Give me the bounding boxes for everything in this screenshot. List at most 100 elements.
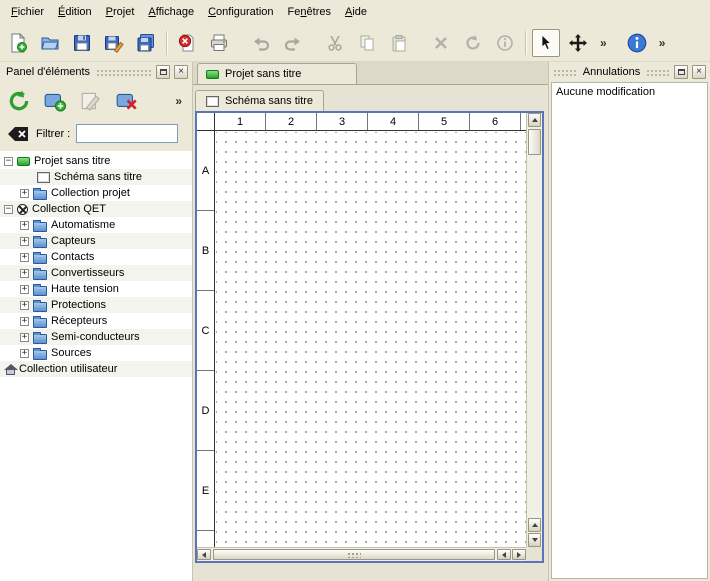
menu-aide[interactable]: Aide bbox=[338, 2, 374, 22]
expand-expander-icon[interactable]: + bbox=[20, 237, 29, 246]
menu-projet[interactable]: Projet bbox=[99, 2, 142, 22]
print-button[interactable] bbox=[205, 29, 233, 57]
ruler-column-label: 5 bbox=[419, 113, 470, 130]
scroll-left-button[interactable] bbox=[197, 549, 211, 560]
tree-item-label: Contacts bbox=[51, 251, 94, 263]
rotate-button[interactable] bbox=[459, 29, 487, 57]
tree-item-sources[interactable]: + Sources bbox=[0, 345, 192, 361]
tree-item-collection-utilisateur[interactable]: Collection utilisateur bbox=[0, 361, 192, 377]
tree-item-project[interactable]: − Projet sans titre bbox=[0, 153, 192, 169]
tree-item-convertisseurs[interactable]: + Convertisseurs bbox=[0, 265, 192, 281]
delete-element-icon bbox=[115, 89, 139, 113]
menu-affichage[interactable]: Affichage bbox=[141, 2, 201, 22]
float-panel-button[interactable] bbox=[674, 65, 688, 79]
properties-button[interactable] bbox=[491, 29, 519, 57]
reload-collections-button[interactable] bbox=[4, 86, 34, 116]
schema-canvas[interactable] bbox=[216, 132, 526, 547]
close-panel-button[interactable]: × bbox=[174, 65, 188, 79]
tree-item-semi-conducteurs[interactable]: + Semi-conducteurs bbox=[0, 329, 192, 345]
cut-button[interactable] bbox=[321, 29, 349, 57]
toolbar-extension-button[interactable]: » bbox=[655, 34, 670, 52]
expand-expander-icon[interactable]: + bbox=[20, 221, 29, 230]
tree-item-automatisme[interactable]: + Automatisme bbox=[0, 217, 192, 233]
pan-mode-button[interactable] bbox=[564, 29, 592, 57]
horizontal-scroll-thumb[interactable] bbox=[213, 549, 495, 560]
toolbar-extension-button[interactable]: » bbox=[596, 34, 611, 52]
scroll-left-button[interactable] bbox=[497, 549, 511, 560]
filter-input[interactable] bbox=[76, 124, 178, 143]
schema-tab[interactable]: Schéma sans titre bbox=[195, 90, 324, 111]
dock-drag-handle[interactable] bbox=[646, 68, 670, 77]
ruler-row-label: E bbox=[197, 451, 214, 531]
tree-item-collection-qet[interactable]: − Collection QET bbox=[0, 201, 192, 217]
expand-expander-icon[interactable]: + bbox=[20, 269, 29, 278]
menu-fichier[interactable]: Fichier bbox=[4, 2, 51, 22]
vertical-scroll-thumb[interactable] bbox=[528, 129, 541, 155]
open-project-button[interactable] bbox=[36, 29, 64, 57]
arrow-down-icon bbox=[532, 538, 538, 542]
menu-configuration[interactable]: Configuration bbox=[201, 2, 280, 22]
menu-edition[interactable]: Édition bbox=[51, 2, 99, 22]
folder-icon bbox=[33, 350, 47, 360]
new-project-button[interactable] bbox=[4, 29, 32, 57]
scroll-up-button[interactable] bbox=[528, 113, 541, 127]
expand-expander-icon[interactable]: + bbox=[20, 333, 29, 342]
close-project-button[interactable] bbox=[173, 29, 201, 57]
about-button[interactable] bbox=[623, 29, 651, 57]
expand-expander-icon[interactable]: + bbox=[20, 189, 29, 198]
tree-item-recepteurs[interactable]: + Récepteurs bbox=[0, 313, 192, 329]
panel-extension-button[interactable]: » bbox=[171, 92, 186, 110]
expand-expander-icon[interactable]: + bbox=[20, 253, 29, 262]
folder-icon bbox=[33, 334, 47, 344]
scroll-right-button[interactable] bbox=[512, 549, 526, 560]
dock-drag-handle[interactable] bbox=[96, 68, 152, 77]
scroll-down-button[interactable] bbox=[528, 533, 541, 547]
clear-filter-button[interactable] bbox=[6, 125, 30, 143]
tree-item-protections[interactable]: + Protections bbox=[0, 297, 192, 313]
tree-item-collection-projet[interactable]: + Collection projet bbox=[0, 185, 192, 201]
save-as-button[interactable] bbox=[100, 29, 128, 57]
schema-tab-label: Schéma sans titre bbox=[225, 95, 313, 107]
expand-expander-icon[interactable]: + bbox=[20, 317, 29, 326]
tree-item-contacts[interactable]: + Contacts bbox=[0, 249, 192, 265]
paste-button[interactable] bbox=[385, 29, 413, 57]
tree-item-label: Sources bbox=[51, 347, 91, 359]
copy-button[interactable] bbox=[353, 29, 381, 57]
collapse-expander-icon[interactable]: − bbox=[4, 157, 13, 166]
filter-label: Filtrer : bbox=[36, 128, 70, 140]
ruler-column-label: 3 bbox=[317, 113, 368, 130]
schema-icon bbox=[206, 96, 219, 107]
new-element-button[interactable] bbox=[40, 86, 70, 116]
tree-item-capteurs[interactable]: + Capteurs bbox=[0, 233, 192, 249]
collapse-expander-icon[interactable]: − bbox=[4, 205, 13, 214]
expand-expander-icon[interactable]: + bbox=[20, 285, 29, 294]
close-panel-button[interactable]: × bbox=[692, 65, 706, 79]
menu-fenetres[interactable]: Fenêtres bbox=[281, 2, 338, 22]
folder-icon bbox=[33, 222, 47, 232]
select-mode-button[interactable] bbox=[532, 29, 560, 57]
undo-button[interactable] bbox=[247, 29, 275, 57]
save-all-button[interactable] bbox=[132, 29, 160, 57]
float-panel-button[interactable] bbox=[156, 65, 170, 79]
expand-expander-icon[interactable]: + bbox=[20, 349, 29, 358]
tree-item-label: Récepteurs bbox=[51, 315, 107, 327]
expand-expander-icon[interactable]: + bbox=[20, 301, 29, 310]
tree-item-label: Semi-conducteurs bbox=[51, 331, 140, 343]
dock-drag-handle[interactable] bbox=[553, 68, 577, 77]
edit-element-button[interactable] bbox=[76, 86, 106, 116]
new-element-icon bbox=[43, 89, 67, 113]
scroll-up-button[interactable] bbox=[528, 518, 541, 532]
info-blue-icon bbox=[626, 32, 648, 54]
delete-selection-button[interactable] bbox=[427, 29, 455, 57]
vertical-scrollbar[interactable] bbox=[526, 113, 542, 547]
project-tab[interactable]: Projet sans titre bbox=[197, 63, 357, 84]
redo-button[interactable] bbox=[279, 29, 307, 57]
rotate-icon bbox=[463, 33, 483, 53]
delete-element-button[interactable] bbox=[112, 86, 142, 116]
tree-item-schema[interactable]: Schéma sans titre bbox=[0, 169, 192, 185]
horizontal-scrollbar[interactable] bbox=[197, 547, 526, 561]
tree-item-haute-tension[interactable]: + Haute tension bbox=[0, 281, 192, 297]
save-button[interactable] bbox=[68, 29, 96, 57]
undo-list-item[interactable]: Aucune modification bbox=[552, 83, 707, 101]
print-icon bbox=[209, 33, 229, 53]
